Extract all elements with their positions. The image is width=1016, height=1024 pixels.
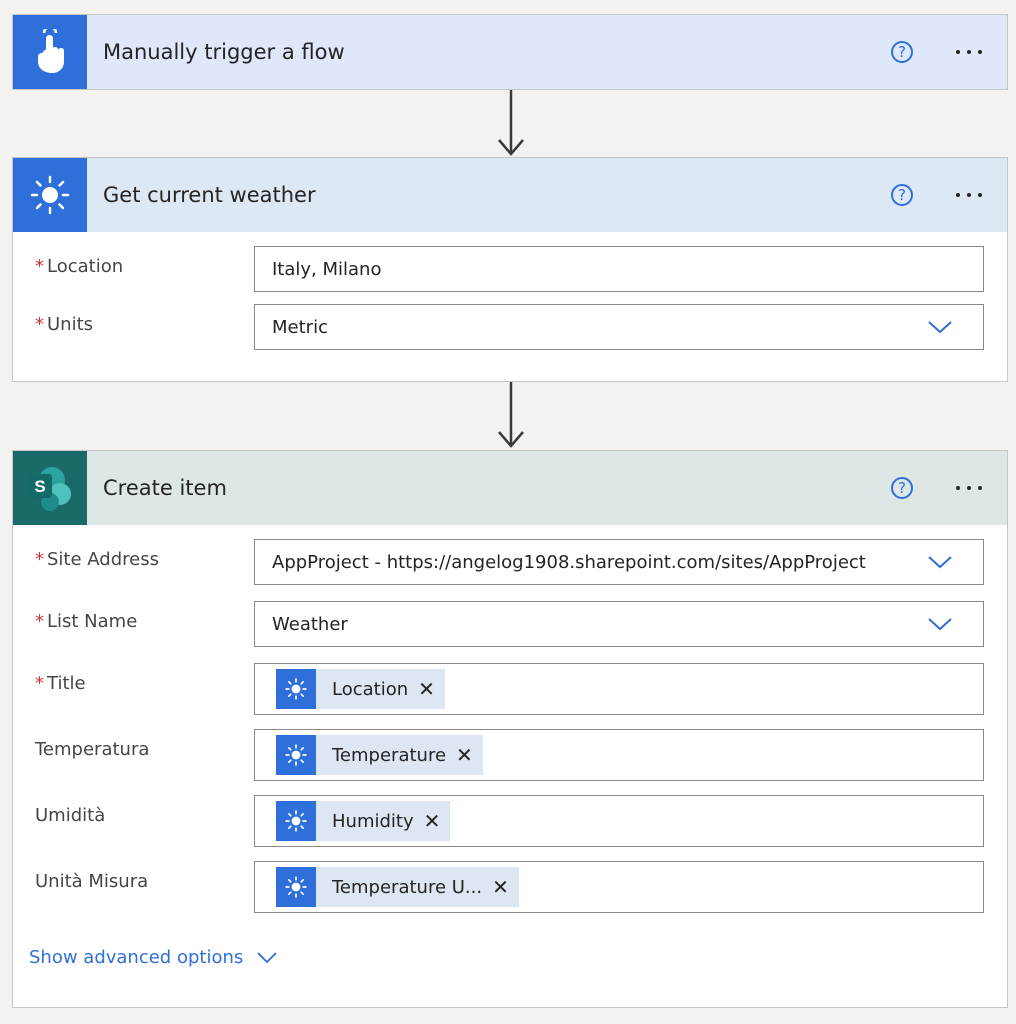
sharepoint-icon: S	[28, 467, 71, 511]
location-label: * Location	[35, 256, 124, 277]
list-name-label: * List Name	[35, 611, 138, 632]
title-label: * Title	[35, 673, 86, 694]
token-label: Temperature	[332, 744, 447, 766]
create-item-card-header[interactable]: S Create item ?	[13, 451, 1007, 525]
more-options-icon[interactable]	[949, 180, 989, 210]
weather-title: Get current weather	[103, 183, 316, 207]
dynamic-token[interactable]: Humidity ✕	[276, 801, 451, 841]
token-label: Temperature U...	[332, 876, 483, 898]
sun-icon	[276, 867, 316, 907]
remove-token-icon[interactable]: ✕	[424, 811, 441, 831]
dynamic-token[interactable]: Temperature U... ✕	[276, 867, 519, 907]
temperatura-label: Temperatura	[35, 739, 150, 760]
token-label: Humidity	[332, 810, 414, 832]
token-label: Location	[332, 678, 409, 700]
trigger-title: Manually trigger a flow	[103, 40, 345, 64]
trigger-card-header[interactable]: Manually trigger a flow ?	[13, 15, 1007, 89]
chevron-down-icon	[257, 951, 277, 963]
units-value: Metric	[272, 316, 328, 338]
location-input[interactable]: Italy, Milano	[254, 246, 984, 292]
site-address-value: AppProject - https://angelog1908.sharepo…	[272, 551, 866, 573]
trigger-card: Manually trigger a flow ?	[12, 14, 1008, 90]
sharepoint-icon-box: S	[13, 451, 87, 525]
arrow-down-icon	[498, 382, 524, 448]
location-value: Italy, Milano	[272, 258, 382, 280]
trigger-icon-box	[13, 15, 87, 89]
required-mark: *	[35, 611, 44, 632]
list-name-select[interactable]: Weather	[254, 601, 984, 647]
more-options-icon[interactable]	[949, 473, 989, 503]
site-address-label: * Site Address	[35, 549, 159, 570]
required-mark: *	[35, 673, 44, 694]
sun-icon	[276, 801, 316, 841]
required-mark: *	[35, 256, 44, 277]
help-icon[interactable]: ?	[891, 184, 913, 206]
temperatura-input[interactable]: Temperature ✕	[254, 729, 984, 781]
help-icon[interactable]: ?	[891, 477, 913, 499]
svg-text:S: S	[34, 477, 45, 496]
chevron-down-icon[interactable]	[927, 554, 953, 570]
remove-token-icon[interactable]: ✕	[492, 877, 509, 897]
arrow-down-icon	[498, 90, 524, 156]
chevron-down-icon[interactable]	[927, 319, 953, 335]
chevron-down-icon[interactable]	[927, 616, 953, 632]
sun-icon	[276, 735, 316, 775]
weather-card: Get current weather ? * Location Italy, M…	[12, 157, 1008, 382]
hand-touch-icon	[38, 29, 64, 73]
sun-icon	[276, 669, 316, 709]
weather-icon-box	[13, 158, 87, 232]
remove-token-icon[interactable]: ✕	[418, 679, 435, 699]
list-name-value: Weather	[272, 613, 348, 635]
site-address-select[interactable]: AppProject - https://angelog1908.sharepo…	[254, 539, 984, 585]
unita-misura-input[interactable]: Temperature U... ✕	[254, 861, 984, 913]
units-select[interactable]: Metric	[254, 304, 984, 350]
show-advanced-options-link[interactable]: Show advanced options	[29, 947, 277, 968]
required-mark: *	[35, 314, 44, 335]
sun-icon	[30, 175, 70, 215]
dynamic-token[interactable]: Location ✕	[276, 669, 445, 709]
create-item-title: Create item	[103, 476, 227, 500]
more-options-icon[interactable]	[949, 37, 989, 67]
umidita-label: Umidità	[35, 805, 106, 826]
create-item-card: S Create item ? * Site Address AppProject…	[12, 450, 1008, 1008]
show-advanced-options-label: Show advanced options	[29, 947, 244, 968]
help-icon[interactable]: ?	[891, 41, 913, 63]
weather-card-header[interactable]: Get current weather ?	[13, 158, 1007, 232]
units-label: * Units	[35, 314, 94, 335]
unita-misura-label: Unità Misura	[35, 871, 149, 892]
dynamic-token[interactable]: Temperature ✕	[276, 735, 483, 775]
title-input[interactable]: Location ✕	[254, 663, 984, 715]
remove-token-icon[interactable]: ✕	[456, 745, 473, 765]
required-mark: *	[35, 549, 44, 570]
umidita-input[interactable]: Humidity ✕	[254, 795, 984, 847]
